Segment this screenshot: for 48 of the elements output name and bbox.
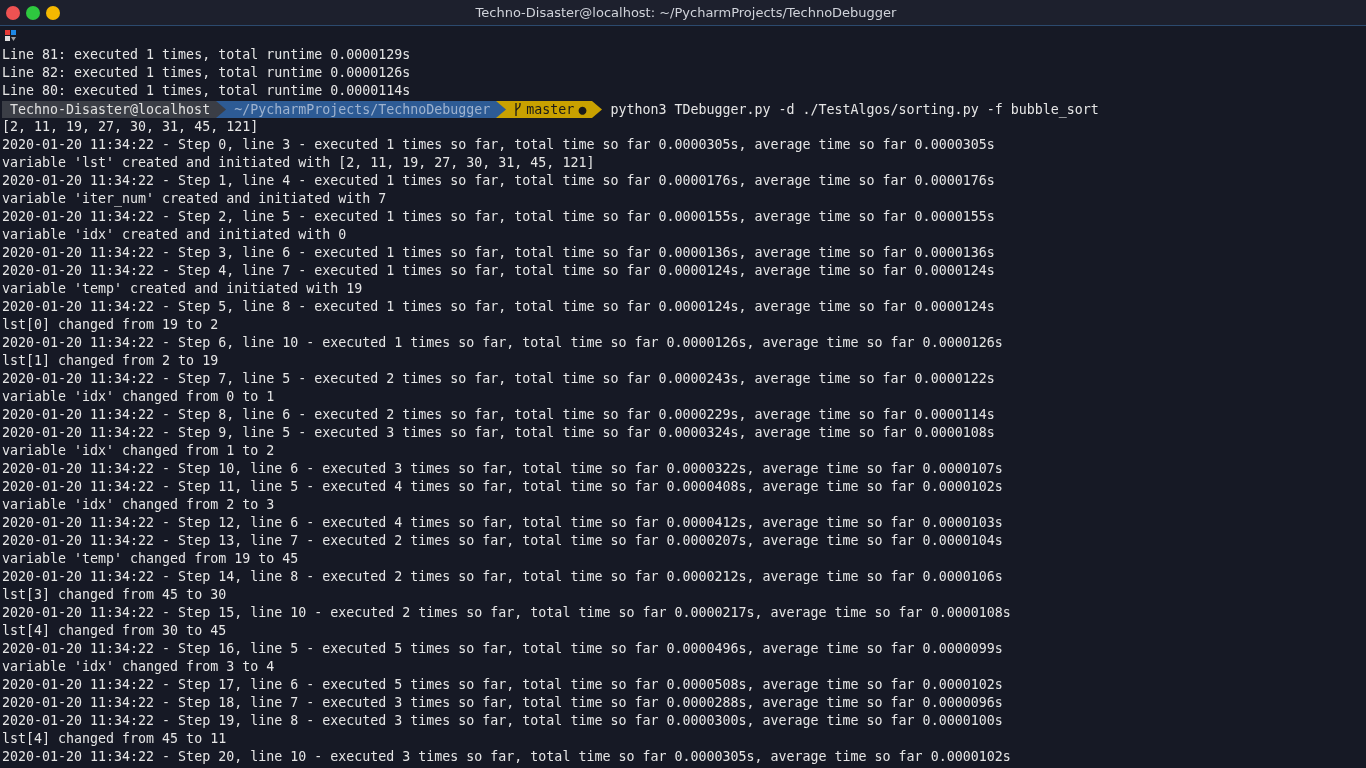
output-line: 2020-01-20 11:34:22 - Step 6, line 10 - executed 1 times so far, total time so far 0.0000126s, average time so far 0.0000126s xyxy=(2,334,1004,352)
window-control-button[interactable] xyxy=(46,5,60,20)
output-line: variable 'idx' changed from 3 to 4 xyxy=(2,658,276,676)
output-line: Line 80: executed 1 times, total runtime 0.0000114s xyxy=(2,82,412,100)
output-line: variable 'idx' created and initiated with 0 xyxy=(2,226,348,244)
output-line: 2020-01-20 11:34:22 - Step 5, line 8 - executed 1 times so far, total time so far 0.0000124s, average time so far 0.0000124s xyxy=(2,298,996,316)
output-line: lst[4] changed from 45 to 11 xyxy=(2,730,228,748)
output-line: variable 'lst' created and initiated with [2, 11, 19, 27, 30, 31, 45, 121] xyxy=(2,154,596,172)
output-line: 2020-01-20 11:34:22 - Step 18, line 7 - executed 3 times so far, total time so far 0.0000288s, average time so far 0.0000096s xyxy=(2,694,1004,712)
window-control-button[interactable] xyxy=(26,5,40,20)
terminal-app-icon xyxy=(5,30,17,42)
output-line: 2020-01-20 11:34:22 - Step 11, line 5 - executed 4 times so far, total time so far 0.0000408s, average time so far 0.0000102s xyxy=(2,478,1004,496)
output-line: lst[3] changed from 45 to 30 xyxy=(2,586,228,604)
output-line: lst[1] changed from 2 to 19 xyxy=(2,352,220,370)
output-line: [2, 11, 19, 27, 30, 31, 45, 121] xyxy=(2,118,260,136)
output-line: variable 'temp' created and initiated with 19 xyxy=(2,280,364,298)
window-title: Techno-Disaster@localhost: ~/PycharmProjects/TechnoDebugger xyxy=(475,5,897,20)
output-line: 2020-01-20 11:34:22 - Step 1, line 4 - executed 1 times so far, total time so far 0.0000176s, average time so far 0.0000176s xyxy=(2,172,996,190)
output-line: 2020-01-20 11:34:22 - Step 20, line 10 - executed 3 times so far, total time so far 0.0000305s, average time so far 0.0000102s xyxy=(2,748,1012,766)
output-line: 2020-01-20 11:34:22 - Step 17, line 6 - executed 5 times so far, total time so far 0.0000508s, average time so far 0.0000102s xyxy=(2,676,1004,694)
output-line: 2020-01-20 11:34:22 - Step 0, line 3 - executed 1 times so far, total time so far 0.0000305s, average time so far 0.0000305s xyxy=(2,136,996,154)
output-line: variable 'temp' changed from 19 to 45 xyxy=(2,550,300,568)
output-line: 2020-01-20 11:34:22 - Step 3, line 6 - executed 1 times so far, total time so far 0.0000136s, average time so far 0.0000136s xyxy=(2,244,996,262)
output-line: variable 'iter_num' created and initiated with 7 xyxy=(2,190,388,208)
branch-icon xyxy=(514,102,523,116)
output-line: 2020-01-20 11:34:22 - Step 8, line 6 - executed 2 times so far, total time so far 0.0000229s, average time so far 0.0000114s xyxy=(2,406,996,424)
output-line: variable 'idx' changed from 0 to 1 xyxy=(2,388,276,406)
output-line: 2020-01-20 11:34:22 - Step 7, line 5 - executed 2 times so far, total time so far 0.0000243s, average time so far 0.0000122s xyxy=(2,370,996,388)
output-line: 2020-01-20 11:34:22 - Step 2, line 5 - executed 1 times so far, total time so far 0.0000155s, average time so far 0.0000155s xyxy=(2,208,996,226)
output-line: 2020-01-20 11:34:22 - Step 10, line 6 - executed 3 times so far, total time so far 0.0000322s, average time so far 0.0000107s xyxy=(2,460,1004,478)
output-line: 2020-01-20 11:34:22 - Step 15, line 10 - executed 2 times so far, total time so far 0.0000217s, average time so far 0.0000108s xyxy=(2,604,1012,622)
output-line: lst[0] changed from 19 to 2 xyxy=(2,316,220,334)
output-line: 2020-01-20 11:34:22 - Step 12, line 6 - executed 4 times so far, total time so far 0.0000412s, average time so far 0.0000103s xyxy=(2,514,1004,532)
output-line: 2020-01-20 11:34:22 - Step 9, line 5 - executed 3 times so far, total time so far 0.0000324s, average time so far 0.0000108s xyxy=(2,424,996,442)
window-control-button[interactable] xyxy=(6,5,20,20)
output-line: 2020-01-20 11:34:22 - Step 4, line 7 - executed 1 times so far, total time so far 0.0000124s, average time so far 0.0000124s xyxy=(2,262,996,280)
output-line: 2020-01-20 11:34:22 - Step 19, line 8 - executed 3 times so far, total time so far 0.0000300s, average time so far 0.0000100s xyxy=(2,712,1004,730)
output-line: Line 82: executed 1 times, total runtime 0.0000126s xyxy=(2,64,412,82)
output-line: 2020-01-20 11:34:22 - Step 16, line 5 - executed 5 times so far, total time so far 0.0000496s, average time so far 0.0000099s xyxy=(2,640,1004,658)
output-line: variable 'idx' changed from 2 to 3 xyxy=(2,496,276,514)
output-line: 2020-01-20 11:34:22 - Step 13, line 7 - executed 2 times so far, total time so far 0.0000207s, average time so far 0.0000104s xyxy=(2,532,1004,550)
dirty-marker: ● xyxy=(578,101,587,117)
output-line: 2020-01-20 11:34:22 - Step 14, line 8 - executed 2 times so far, total time so far 0.0000212s, average time so far 0.0000106s xyxy=(2,568,1004,586)
output-line: lst[4] changed from 30 to 45 xyxy=(2,622,228,640)
output-line: Line 81: executed 1 times, total runtime 0.0000129s xyxy=(2,46,412,64)
branch-name: master xyxy=(526,101,575,117)
command-text: python3 TDebugger.py -d ./TestAlgos/sorting.py -f bubble_sort xyxy=(610,101,1099,117)
output-line: variable 'idx' changed from 1 to 2 xyxy=(2,442,276,460)
